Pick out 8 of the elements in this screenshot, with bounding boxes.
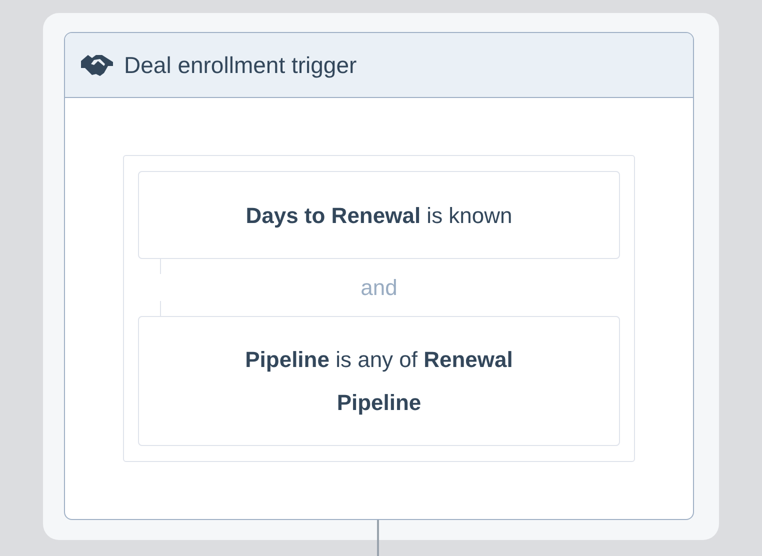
condition-text: Pipeline is any of Renewal Pipeline — [244, 346, 514, 417]
conjunction-label: and — [360, 274, 398, 302]
condition-text: Days to Renewal is known — [246, 202, 512, 230]
condition-card[interactable]: Days to Renewal is known — [138, 171, 620, 259]
condition-card[interactable]: Pipeline is any of Renewal Pipeline — [138, 316, 620, 446]
card-title: Deal enrollment trigger — [124, 50, 357, 80]
handshake-icon — [80, 52, 114, 78]
trigger-card[interactable]: Deal enrollment trigger Days to Renewal is known and Pipeline is any of Renewal Pipeline — [64, 32, 694, 520]
